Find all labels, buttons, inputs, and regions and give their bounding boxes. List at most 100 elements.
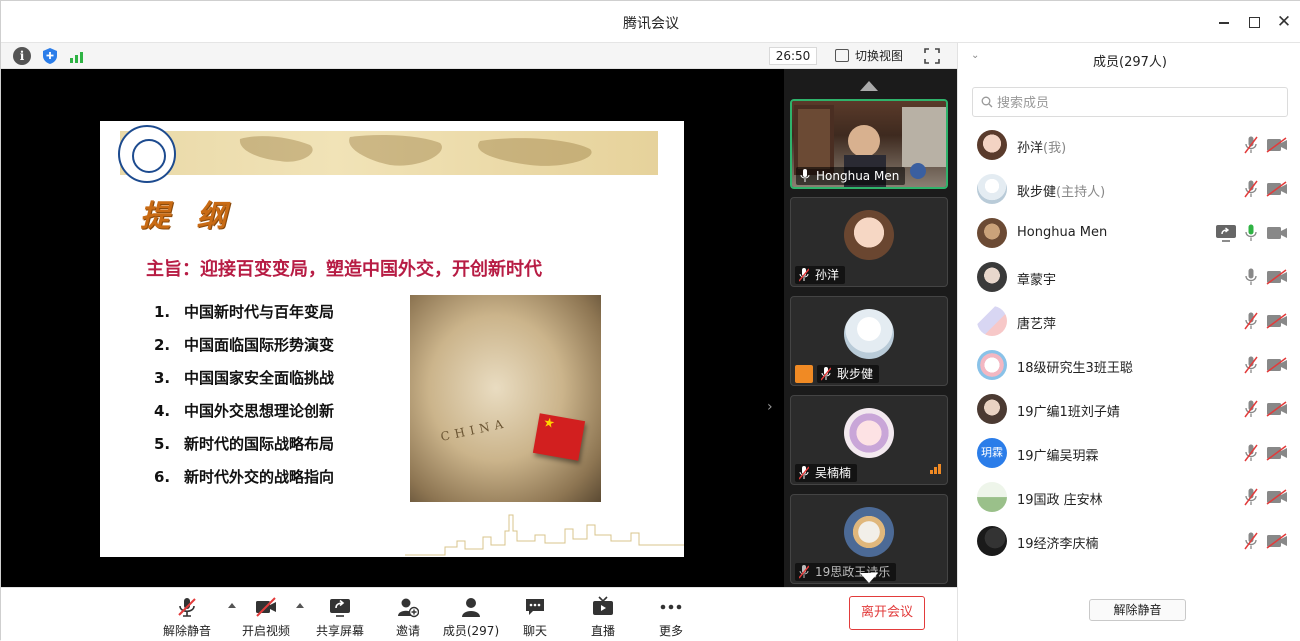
member-list: 孙洋(我) 耿步健(主持人) Honghua Men 章蒙宇 唐艺萍 18级研究生3班王聪… [958, 123, 1300, 578]
member-row[interactable]: 唐艺萍 [958, 299, 1300, 343]
search-icon [981, 96, 993, 108]
mic-muted-icon[interactable] [1244, 312, 1258, 330]
mic-icon[interactable] [1244, 224, 1258, 242]
search-input[interactable] [997, 92, 1277, 112]
member-row[interactable]: Honghua Men [958, 211, 1300, 255]
mic-muted-icon[interactable] [1244, 488, 1258, 506]
host-icon [795, 365, 813, 383]
info-icon[interactable]: i [13, 47, 31, 65]
collapse-strip-chevron-icon[interactable]: › [767, 399, 773, 415]
unmute-button[interactable]: 解除静音 [154, 594, 220, 640]
avatar [977, 394, 1007, 424]
member-search[interactable] [972, 87, 1288, 117]
live-tv-icon [593, 596, 613, 615]
mic-muted-icon [178, 598, 196, 617]
video-options-caret-icon[interactable] [296, 603, 304, 608]
more-button[interactable]: 更多 [638, 594, 704, 640]
member-row[interactable]: 章蒙宇 [958, 255, 1300, 299]
share-screen-button[interactable]: 共享屏幕 [307, 594, 373, 640]
video-tile[interactable]: 孙洋 [790, 197, 948, 287]
fullscreen-icon[interactable] [924, 48, 940, 64]
avatar [844, 408, 894, 458]
mic-muted-icon[interactable] [1244, 136, 1258, 154]
close-button[interactable]: ✕ [1273, 11, 1295, 33]
mic-muted-icon[interactable] [1244, 356, 1258, 374]
member-row[interactable]: 18级研究生3班王聪 [958, 343, 1300, 387]
invite-button[interactable]: 邀请 [375, 594, 441, 640]
member-name: 耿步健(主持人) [1017, 185, 1106, 200]
camera-off-icon[interactable] [1266, 137, 1288, 153]
meeting-timer: 26:50 [769, 47, 817, 65]
avatar [977, 262, 1007, 292]
live-button[interactable]: 直播 [570, 594, 636, 640]
video-tile[interactable]: Honghua Men [790, 99, 948, 189]
avatar [977, 218, 1007, 248]
maximize-button[interactable] [1243, 11, 1265, 33]
camera-off-icon[interactable] [1266, 489, 1288, 505]
avatar [844, 309, 894, 359]
member-row[interactable]: 孙洋(我) [958, 123, 1300, 167]
slide-theme: 主旨：迎接百变变局，塑造中国外交，开创新时代 [146, 259, 542, 280]
slide-outline: 1. 中国新时代与百年变局 2. 中国面临国际形势演变 3. 中国国家安全面临挑战 4… [154, 301, 334, 499]
mic-muted-icon[interactable] [1244, 444, 1258, 462]
camera-off-icon[interactable] [1266, 269, 1288, 285]
mic-muted-icon[interactable] [1244, 532, 1258, 550]
scroll-up-icon[interactable] [860, 81, 878, 91]
user-icon [462, 598, 480, 617]
signal-bars-icon [929, 459, 941, 478]
unmute-all-button[interactable]: 解除静音 [1089, 599, 1186, 621]
member-name: 18级研究生3班王聪 [1017, 361, 1133, 376]
tile-name-label: 耿步健 [817, 365, 880, 383]
member-row[interactable]: 耿步健(主持人) [958, 167, 1300, 211]
camera-off-icon[interactable] [1266, 313, 1288, 329]
video-tile[interactable]: 吴楠楠 [790, 395, 948, 485]
chat-button[interactable]: 聊天 [502, 594, 568, 640]
world-map-decoration [239, 135, 592, 166]
mic-icon[interactable] [1244, 268, 1258, 286]
member-row[interactable]: 19经济李庆楠 [958, 519, 1300, 563]
avatar [977, 130, 1007, 160]
member-name: Honghua Men [1017, 225, 1108, 240]
video-tile[interactable]: 耿步健 [790, 296, 948, 386]
presentation-slide: 提 纲 主旨：迎接百变变局，塑造中国外交，开创新时代 1. 中国新时代与百年变局 … [100, 121, 684, 557]
signal-icon[interactable] [68, 47, 86, 65]
camera-off-icon[interactable] [1266, 401, 1288, 417]
screen-share-icon [1216, 225, 1236, 242]
minimize-button[interactable] [1213, 11, 1235, 33]
start-video-button[interactable]: 开启视频 [233, 594, 299, 640]
video-toolbar: i 26:50 切换视图 [1, 43, 957, 69]
mic-muted-icon[interactable] [1244, 400, 1258, 418]
camera-off-icon[interactable] [1266, 445, 1288, 461]
mic-muted-icon[interactable] [1244, 180, 1258, 198]
members-panel: ⌄ 成员(297人) 孙洋(我) 耿步健(主持人) Honghua Men 章蒙宇唐艺… [957, 43, 1300, 641]
camera-off-icon[interactable] [1266, 181, 1288, 197]
camera-off-icon[interactable] [1266, 533, 1288, 549]
member-row[interactable]: 玥霖 19广编吴玥霖 [958, 431, 1300, 475]
avatar [977, 526, 1007, 556]
member-row[interactable]: 19广编1班刘子婧 [958, 387, 1300, 431]
shared-screen: 提 纲 主旨：迎接百变变局，塑造中国外交，开创新时代 1. 中国新时代与百年变局 … [1, 69, 784, 587]
scroll-down-icon[interactable] [860, 573, 878, 583]
share-screen-icon [330, 599, 350, 617]
camera-off-icon[interactable] [1266, 357, 1288, 373]
more-icon [660, 604, 682, 610]
camera-icon[interactable] [1266, 225, 1288, 241]
mic-muted-icon [799, 466, 809, 480]
member-name: 孙洋(我) [1017, 141, 1067, 156]
shield-icon[interactable] [41, 47, 59, 65]
outline-item: 3. 中国国家安全面临挑战 [154, 369, 335, 387]
outline-item: 1. 中国新时代与百年变局 [154, 303, 335, 321]
slide-banner [120, 131, 658, 175]
member-name: 19广编1班刘子婧 [1017, 405, 1120, 420]
member-role: (主持人) [1056, 185, 1106, 200]
outline-item: 6. 新时代外交的战略指向 [154, 468, 335, 486]
leave-meeting-button[interactable]: 离开会议 [849, 596, 925, 630]
skyline-decoration [405, 514, 684, 556]
title-bar: 腾讯会议 ✕ [1, 1, 1300, 43]
video-strip: Honghua Men 孙洋 耿步健 吴楠楠 19思政王诗乐 [784, 69, 957, 587]
member-row[interactable]: 19国政 庄安林 [958, 475, 1300, 519]
video-tile[interactable]: 19思政王诗乐 [790, 494, 948, 584]
members-button[interactable]: 成员(297) [438, 594, 504, 640]
switch-view-button[interactable]: 切换视图 [835, 47, 903, 65]
outline-item: 5. 新时代的国际战略布局 [154, 435, 335, 453]
